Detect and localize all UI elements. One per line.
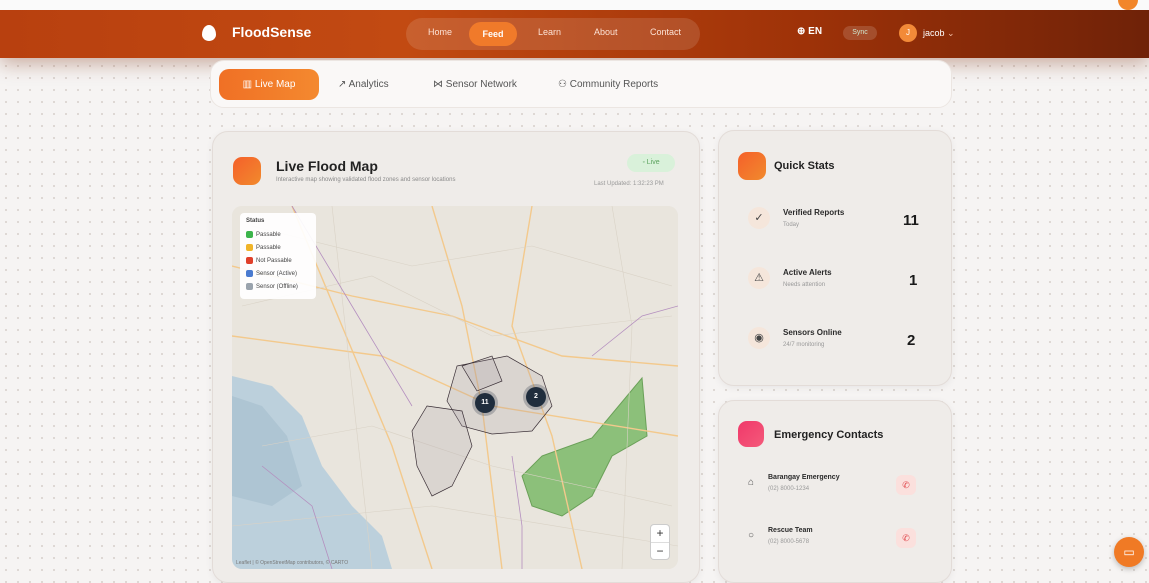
- call-button[interactable]: ✆: [896, 475, 916, 495]
- droplet-logo-icon: [202, 25, 216, 41]
- tab-community-reports[interactable]: ⚇ Community Reports: [558, 79, 658, 90]
- page-title: Live Flood Map: [276, 158, 378, 174]
- tab-label: Community Reports: [569, 79, 659, 90]
- legend-item: Sensor (Active): [246, 270, 297, 277]
- tab-label: Analytics: [348, 79, 389, 90]
- network-icon: ⋈: [433, 79, 443, 90]
- map-subtitle: Interactive map showing validated flood …: [276, 177, 456, 183]
- user-menu[interactable]: jacob ⌄: [923, 28, 955, 39]
- legend-item: Passable: [246, 244, 281, 251]
- nav-feed[interactable]: Feed: [469, 22, 517, 46]
- clock-icon: ○: [748, 530, 755, 541]
- warning-icon: ⚠: [748, 267, 770, 289]
- stat-sub: 24/7 monitoring: [783, 342, 825, 348]
- map-icon: ▥: [242, 79, 253, 90]
- tab-label: Live Map: [254, 79, 296, 90]
- brand-name[interactable]: FloodSense: [232, 24, 311, 40]
- contact-phone: (02) 8000-1234: [768, 486, 810, 492]
- signal-icon: ◦: [642, 159, 645, 166]
- tab-label: Sensor Network: [445, 79, 517, 90]
- quick-stats-title: Quick Stats: [774, 160, 835, 172]
- zoom-in-button[interactable]: +: [651, 525, 669, 542]
- users-icon: ⚇: [558, 79, 567, 90]
- stat-value: 2: [907, 332, 916, 349]
- nav-learn[interactable]: Learn: [538, 27, 561, 37]
- chat-icon: ▭: [1123, 545, 1135, 559]
- page-top-strip: [0, 0, 1149, 10]
- call-button[interactable]: ✆: [896, 528, 916, 548]
- tab-analytics[interactable]: ↗ Analytics: [338, 79, 389, 90]
- stat-sub: Needs attention: [783, 282, 826, 288]
- chat-button[interactable]: ▭: [1114, 537, 1144, 567]
- nav-home[interactable]: Home: [428, 27, 452, 37]
- home-icon: ⌂: [748, 477, 755, 488]
- last-updated: Last Updated: 1:32:23 PM: [594, 181, 664, 187]
- check-icon: ✓: [748, 207, 770, 229]
- nav-contact[interactable]: Contact: [650, 27, 681, 37]
- avatar[interactable]: J: [899, 24, 917, 42]
- contact-name: Rescue Team: [768, 527, 813, 534]
- map-icon: [233, 157, 261, 185]
- stat-value: 1: [909, 272, 918, 289]
- stat-sensors-online: ◉ Sensors Online 24/7 monitoring 2: [733, 316, 938, 362]
- map-legend: Status Passable Passable Not Passable Se…: [240, 213, 316, 299]
- contact-phone: (02) 8000-5678: [768, 539, 810, 545]
- zoom-out-button[interactable]: −: [651, 542, 669, 560]
- globe-icon: ⊕: [797, 26, 806, 37]
- stat-sub: Today: [783, 222, 800, 228]
- sync-badge: Sync: [843, 26, 877, 40]
- live-label: Live: [646, 159, 660, 166]
- contact-name: Barangay Emergency: [768, 474, 840, 481]
- stat-label: Sensors Online: [783, 328, 842, 337]
- zoom-control: + −: [651, 525, 669, 559]
- stat-label: Verified Reports: [783, 208, 845, 217]
- emergency-title: Emergency Contacts: [774, 429, 884, 441]
- stat-value: 11: [903, 212, 919, 229]
- live-badge: ◦ Live: [627, 154, 675, 172]
- contact-item: ○ Rescue Team (02) 8000-5678 ✆: [748, 527, 938, 551]
- stat-active-alerts: ⚠ Active Alerts Needs attention 1: [733, 256, 938, 302]
- username-label: jacob: [923, 28, 945, 38]
- chevron-down-icon: ⌄: [947, 28, 955, 38]
- tab-live-map[interactable]: ▥ Live Map: [219, 69, 319, 100]
- stat-label: Active Alerts: [783, 268, 832, 277]
- nav-about[interactable]: About: [594, 27, 618, 37]
- trend-icon: [738, 152, 766, 180]
- legend-item: Sensor (Offline): [246, 283, 298, 290]
- contact-item: ⌂ Barangay Emergency (02) 8000-1234 ✆: [748, 474, 938, 498]
- sensor-icon: ◉: [748, 327, 770, 349]
- language-selector[interactable]: ⊕ EN: [797, 26, 822, 37]
- map-cluster-marker[interactable]: 2: [526, 387, 546, 407]
- legend-item: Passable: [246, 231, 281, 238]
- shield-icon: [738, 421, 764, 447]
- tab-sensor-network[interactable]: ⋈ Sensor Network: [433, 79, 517, 90]
- trend-icon: ↗: [338, 79, 347, 90]
- map-cluster-marker[interactable]: 11: [475, 393, 495, 413]
- legend-item: Not Passable: [246, 257, 292, 264]
- map-attribution[interactable]: Leaflet | © OpenStreetMap contributors, …: [236, 560, 348, 566]
- stat-verified-reports: ✓ Verified Reports Today 11: [733, 196, 938, 242]
- legend-title: Status: [246, 218, 265, 224]
- language-label: EN: [808, 26, 823, 37]
